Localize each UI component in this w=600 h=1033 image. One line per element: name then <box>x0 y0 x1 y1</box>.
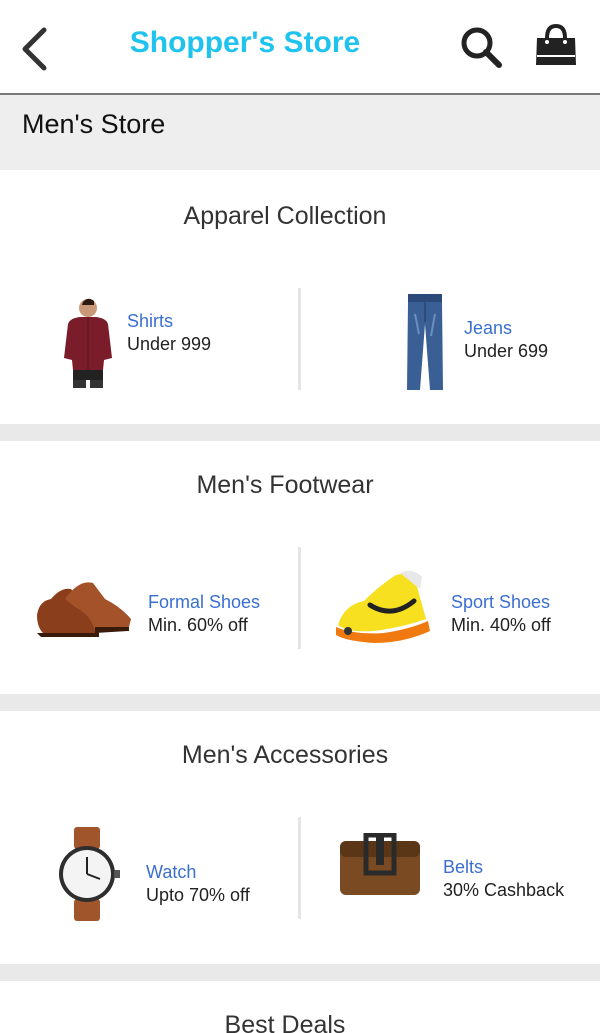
section-gap <box>0 694 600 711</box>
section-gap <box>0 964 600 981</box>
item-label: Sport Shoes <box>451 592 551 612</box>
belts-tile[interactable]: Belts 30% Cashback <box>320 821 590 925</box>
app-title: Shopper's Store <box>129 26 361 59</box>
search-icon <box>461 27 502 68</box>
formal-shoes-tile[interactable]: Formal Shoes Min. 60% off <box>30 551 290 651</box>
section-footwear: Men's Footwear Formal Shoes Min. 60% off… <box>0 441 600 694</box>
formal-shoes-image <box>37 582 131 637</box>
section-apparel: Apparel Collection Shirts Under 999 Jean… <box>0 170 600 424</box>
jeans-tile[interactable]: Jeans Under 699 <box>320 290 580 390</box>
watch-image <box>59 827 120 921</box>
section-gap <box>0 424 600 441</box>
divider <box>298 547 301 649</box>
item-label: Shirts <box>127 311 174 331</box>
section-title: Men's Footwear <box>196 471 374 499</box>
store-title: Men's Store <box>22 109 166 139</box>
item-sub: Under 699 <box>464 341 549 361</box>
item-sub: Min. 40% off <box>451 615 551 635</box>
section-accessories: Men's Accessories Watch Upto 70% off Bel… <box>0 711 600 964</box>
shirts-tile[interactable]: Shirts Under 999 <box>40 290 290 390</box>
item-label: Belts <box>443 857 484 877</box>
sport-shoes-tile[interactable]: Sport Shoes Min. 40% off <box>320 551 590 651</box>
jeans-image <box>407 294 443 390</box>
item-label: Jeans <box>464 318 513 338</box>
watch-tile[interactable]: Watch Upto 70% off <box>40 821 290 925</box>
item-label: Watch <box>146 862 197 882</box>
sport-shoes-image <box>336 570 430 643</box>
store-header: Men's Store <box>0 95 600 170</box>
belt-image <box>340 833 420 895</box>
item-sub: 30% Cashback <box>443 880 565 900</box>
section-title: Apparel Collection <box>183 202 387 230</box>
cart-button[interactable] <box>533 22 579 68</box>
section-title: Best Deals <box>224 1011 346 1033</box>
divider <box>298 817 301 919</box>
app-header: Shopper's Store <box>0 0 600 95</box>
item-label: Formal Shoes <box>148 592 261 612</box>
shopping-bag-icon <box>536 23 576 65</box>
item-sub: Under 999 <box>127 334 212 354</box>
search-button[interactable] <box>458 24 504 70</box>
shirt-image <box>64 298 112 388</box>
section-best-deals: Best Deals <box>0 981 600 1033</box>
item-sub: Upto 70% off <box>146 885 250 905</box>
divider <box>298 288 301 390</box>
item-sub: Min. 60% off <box>148 615 248 635</box>
section-title: Men's Accessories <box>181 741 389 769</box>
